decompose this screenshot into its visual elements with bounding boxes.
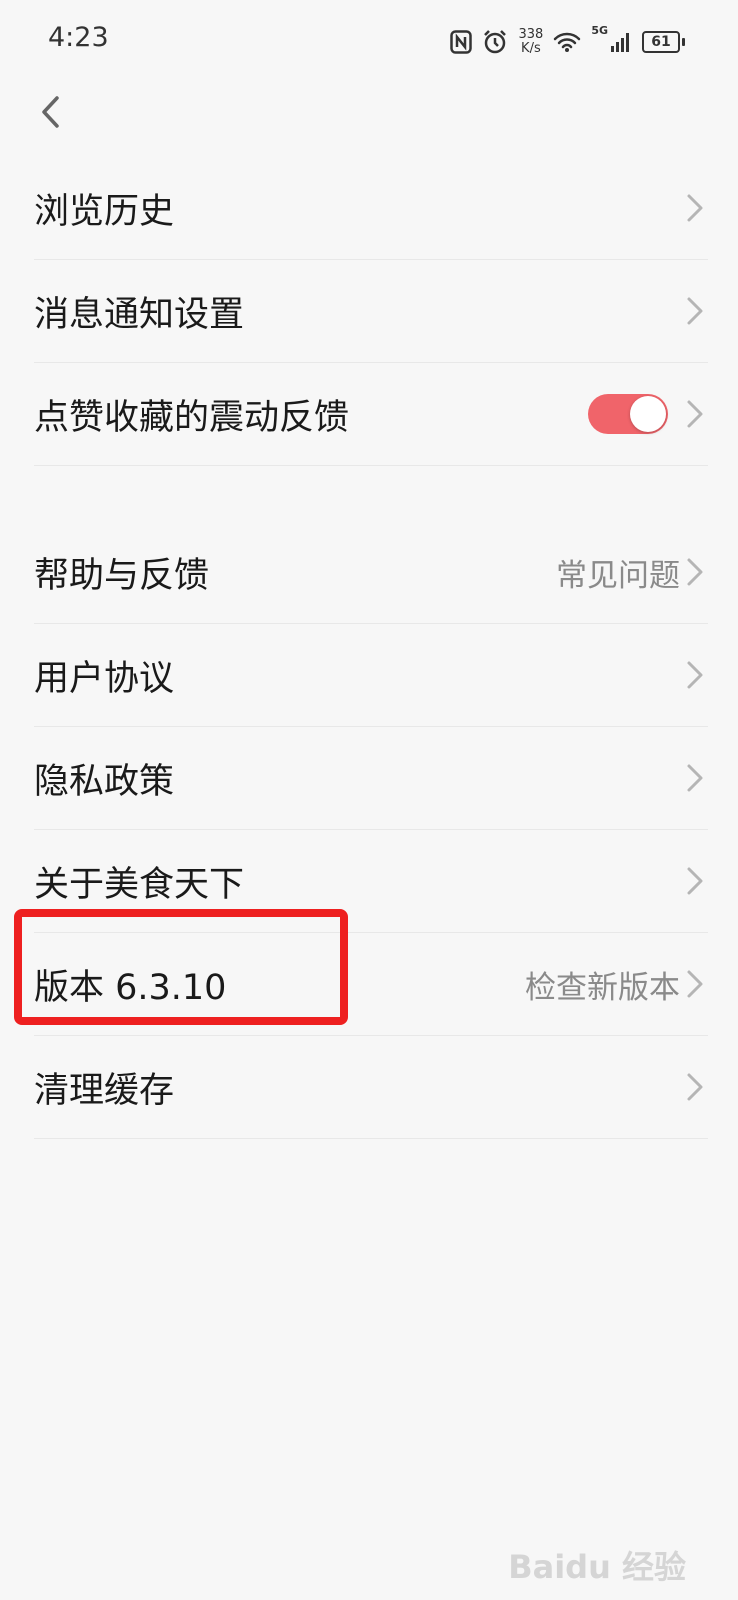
row-label: 浏览历史 <box>34 191 175 232</box>
row-label: 隐私政策 <box>34 761 175 802</box>
network-speed: 338 K/s <box>518 27 544 56</box>
status-time: 4:23 <box>48 22 109 53</box>
faq-link[interactable]: 常见问题 <box>556 550 680 595</box>
chevron-right-icon <box>687 661 703 689</box>
chevron-right-icon <box>687 297 703 325</box>
privacy-policy-row[interactable]: 隐私政策 <box>34 727 708 830</box>
version-row[interactable]: 版本 6.3.10 检查新版本 <box>34 933 708 1036</box>
status-icons: 338 K/s 5G 61 <box>450 24 685 60</box>
row-label: 关于美食天下 <box>34 864 245 905</box>
about-row[interactable]: 关于美食天下 <box>34 830 708 933</box>
chevron-right-icon <box>687 400 703 428</box>
chevron-right-icon <box>687 194 703 222</box>
row-label: 点赞收藏的震动反馈 <box>34 397 350 438</box>
vibration-feedback-row[interactable]: 点赞收藏的震动反馈 <box>34 363 708 466</box>
clear-cache-row[interactable]: 清理缓存 <box>34 1036 708 1139</box>
signal-icon <box>611 33 629 52</box>
notification-settings-row[interactable]: 消息通知设置 <box>34 260 708 363</box>
status-bar: 4:23 338 K/s 5G 61 <box>0 0 738 84</box>
network-type: 5G <box>591 24 608 37</box>
back-button[interactable] <box>30 88 70 136</box>
toggle-knob <box>630 396 666 432</box>
battery-icon: 61 <box>642 31 685 53</box>
vibration-toggle[interactable] <box>588 394 668 434</box>
chevron-right-icon <box>687 558 703 586</box>
chevron-right-icon <box>687 867 703 895</box>
nfc-icon <box>450 30 473 54</box>
chevron-right-icon <box>687 970 703 998</box>
alarm-icon <box>484 30 507 54</box>
wifi-icon <box>554 32 581 52</box>
settings-group-2: 帮助与反馈 常见问题 用户协议 隐私政策 关于美食天下 版本 6.3.10 检查… <box>34 521 708 1139</box>
check-update-link[interactable]: 检查新版本 <box>525 962 680 1007</box>
row-label: 清理缓存 <box>34 1070 175 1111</box>
chevron-left-icon <box>42 96 59 128</box>
row-label: 用户协议 <box>34 658 175 699</box>
user-agreement-row[interactable]: 用户协议 <box>34 624 708 727</box>
chevron-right-icon <box>687 764 703 792</box>
chevron-right-icon <box>687 1073 703 1101</box>
version-label: 版本 6.3.10 <box>34 967 227 1008</box>
browse-history-row[interactable]: 浏览历史 <box>34 157 708 260</box>
row-label: 帮助与反馈 <box>34 555 210 596</box>
baidu-watermark: Baidu 经验 <box>508 1548 686 1586</box>
row-label: 消息通知设置 <box>34 294 245 335</box>
help-feedback-row[interactable]: 帮助与反馈 常见问题 <box>34 521 708 624</box>
settings-group-1: 浏览历史 消息通知设置 点赞收藏的震动反馈 <box>34 157 708 466</box>
